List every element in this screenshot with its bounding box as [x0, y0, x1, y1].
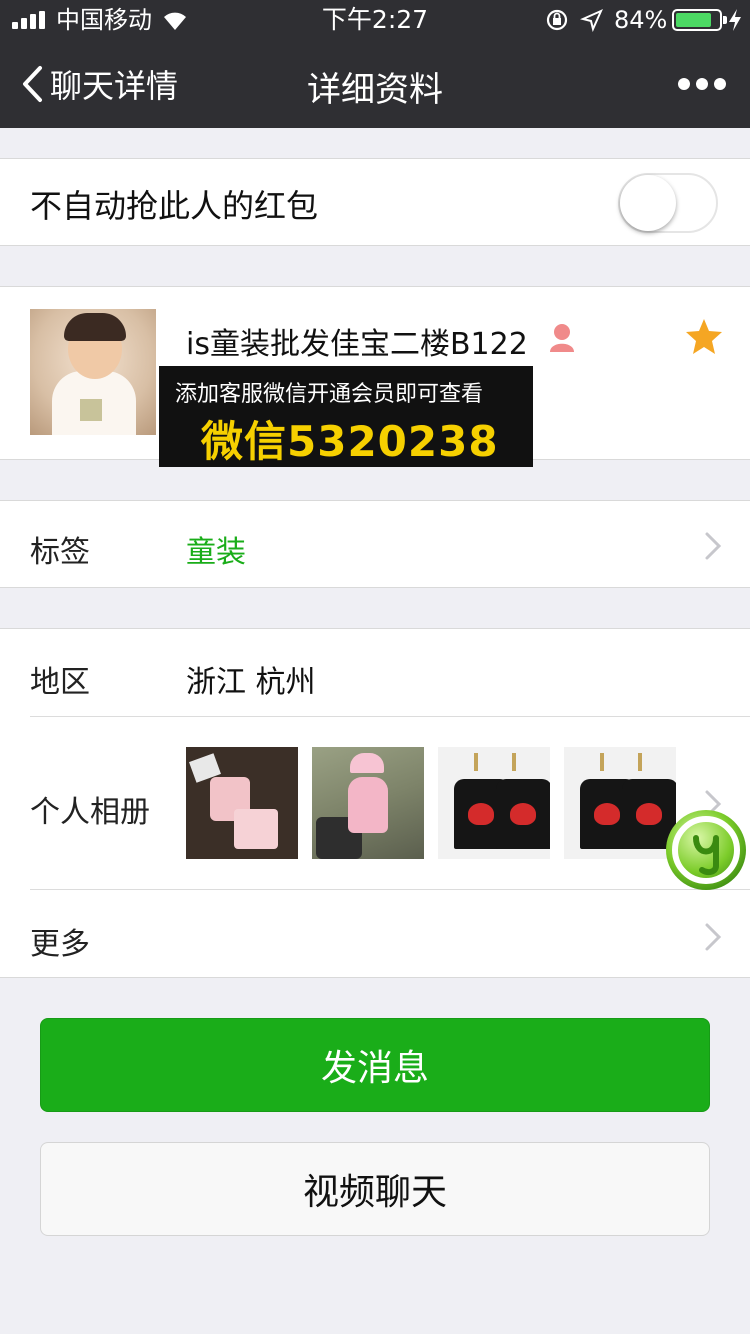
star-icon[interactable] — [684, 317, 724, 357]
info-group: 地区 浙江 杭州 个人相册 更多 — [0, 628, 750, 978]
battery-percent: 84% — [614, 6, 668, 34]
promo-banner: 添加客服微信开通会员即可查看 微信5320238 — [159, 366, 533, 467]
status-bar: 中国移动 下午2:27 84% — [0, 0, 750, 40]
chevron-right-icon — [705, 923, 722, 951]
red-packet-setting: 不自动抢此人的红包 — [0, 158, 750, 246]
battery-icon — [672, 9, 727, 31]
chevron-right-icon — [705, 532, 722, 560]
top-bar: 中国移动 下午2:27 84% 聊天详情 详细资料 — [0, 0, 750, 128]
tag-row[interactable]: 标签 童装 — [0, 500, 750, 588]
video-chat-button[interactable]: 视频聊天 — [40, 1142, 710, 1236]
red-packet-label: 不自动抢此人的红包 — [30, 187, 319, 225]
watermark-logo-icon — [666, 810, 746, 890]
send-message-button[interactable]: 发消息 — [40, 1018, 710, 1112]
red-packet-toggle[interactable] — [618, 173, 718, 233]
album-photo[interactable] — [186, 747, 298, 859]
more-options-button[interactable] — [678, 72, 726, 96]
divider — [30, 716, 750, 717]
tag-label: 标签 — [30, 535, 90, 570]
profile-name: is童装批发佳宝二楼B122 — [186, 327, 528, 362]
region-label: 地区 — [30, 665, 90, 700]
more-label: 更多 — [30, 927, 90, 962]
avatar[interactable] — [30, 309, 156, 435]
album-photo[interactable] — [564, 747, 676, 859]
promo-line-1: 添加客服微信开通会员即可查看 — [175, 382, 484, 407]
tag-value: 童装 — [186, 535, 246, 570]
page-title: 详细资料 — [307, 70, 443, 110]
toggle-knob — [620, 175, 676, 231]
album-photo[interactable] — [438, 747, 550, 859]
album-label: 个人相册 — [30, 795, 150, 830]
album-photo[interactable] — [312, 747, 424, 859]
region-value: 浙江 杭州 — [186, 665, 316, 700]
orientation-lock-icon — [546, 9, 568, 31]
female-icon — [550, 324, 574, 352]
promo-line-2: 微信5320238 — [201, 417, 499, 466]
location-icon — [580, 9, 603, 32]
divider — [30, 889, 750, 890]
nav-bar: 聊天详情 详细资料 — [0, 40, 750, 128]
charging-icon — [729, 9, 741, 31]
